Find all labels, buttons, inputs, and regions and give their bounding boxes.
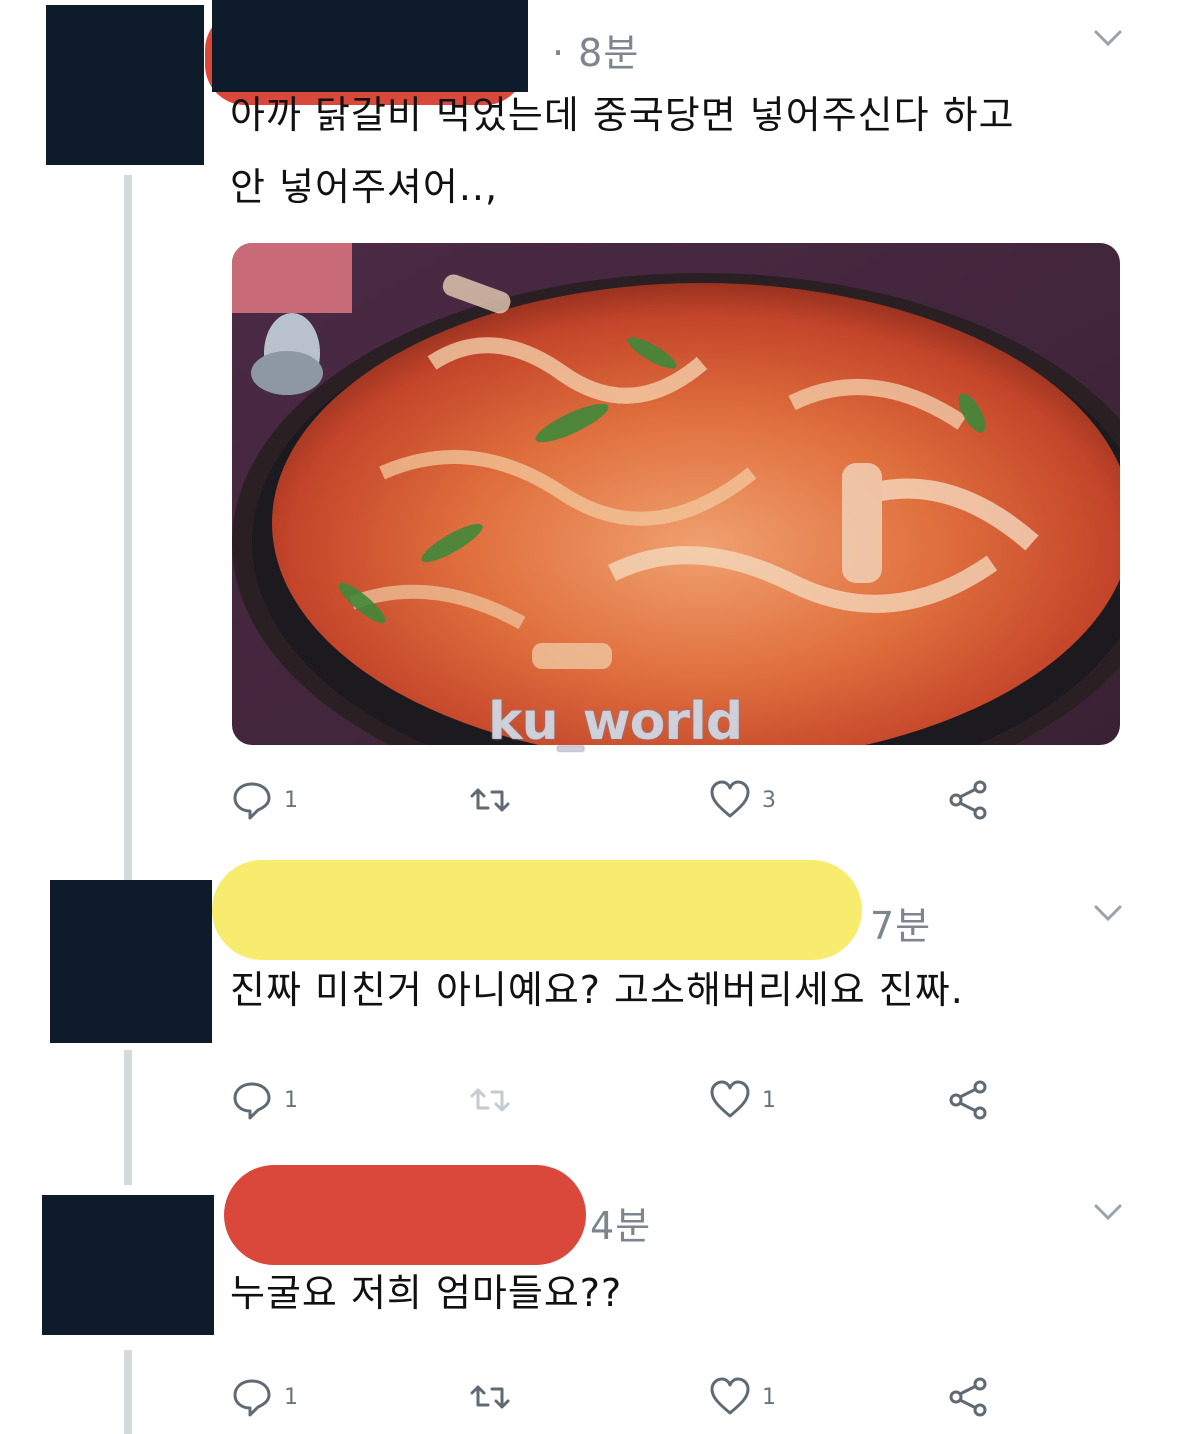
retweet-icon — [470, 1088, 510, 1112]
tweet-text-line: 진짜 미친거 아니예요? 고소해버리세요 진짜. — [230, 968, 964, 1012]
avatar[interactable] — [50, 880, 212, 1043]
reply-icon — [233, 1379, 271, 1417]
tweet-actions: 1 3 — [230, 775, 1030, 825]
reply-icon — [233, 1082, 271, 1120]
share-icon — [949, 780, 987, 820]
like-button[interactable]: 1 — [708, 1372, 776, 1422]
reply-button[interactable]: 1 — [230, 1075, 298, 1125]
tweet-time: 4분 — [590, 1204, 652, 1248]
retweet-button[interactable] — [468, 775, 512, 825]
tweet-text-line: 누굴요 저희 엄마들요?? — [230, 1271, 623, 1315]
share-button[interactable] — [946, 1372, 990, 1422]
reply-count: 1 — [284, 787, 298, 813]
tweet-text-line: 아까 닭갈비 먹었는데 중국당면 넣어주신다 하고 — [230, 93, 1015, 137]
reply-icon — [233, 782, 271, 820]
thread-line — [124, 175, 132, 880]
tweet-time: 7분 — [870, 904, 932, 948]
chevron-down-icon[interactable] — [1093, 1202, 1123, 1222]
photo-watermark: ku_world — [488, 692, 743, 752]
share-icon — [949, 1080, 987, 1120]
avatar[interactable] — [42, 1195, 214, 1335]
share-button[interactable] — [946, 1075, 990, 1125]
thread-line — [124, 1350, 132, 1434]
thread-line — [124, 1050, 132, 1185]
like-count: 3 — [762, 787, 776, 813]
like-count: 1 — [762, 1087, 776, 1113]
like-button[interactable]: 3 — [708, 775, 776, 825]
like-count: 1 — [762, 1384, 776, 1410]
share-icon — [949, 1377, 987, 1417]
retweet-icon — [470, 788, 510, 812]
retweet-button[interactable] — [468, 1372, 512, 1422]
avatar[interactable] — [46, 5, 204, 165]
like-icon — [710, 1377, 750, 1415]
retweet-button[interactable] — [468, 1075, 512, 1125]
chevron-down-icon[interactable] — [1093, 903, 1123, 923]
share-button[interactable] — [946, 775, 990, 825]
like-icon — [710, 1080, 750, 1118]
chevron-down-icon[interactable] — [1093, 28, 1123, 48]
reply-button[interactable]: 1 — [230, 1372, 298, 1422]
reply-count: 1 — [284, 1087, 298, 1113]
username-redaction — [212, 860, 862, 960]
reply-count: 1 — [284, 1384, 298, 1410]
retweet-icon — [470, 1385, 510, 1409]
tweet-actions: 1 1 — [230, 1372, 1030, 1422]
tweet-actions: 1 1 — [230, 1075, 1030, 1125]
like-icon — [710, 780, 750, 818]
tweet-time: · 8분 — [552, 31, 640, 75]
reply-button[interactable]: 1 — [230, 775, 298, 825]
like-button[interactable]: 1 — [708, 1075, 776, 1125]
tweet-text-line: 안 넣어주셔어.., — [230, 165, 499, 209]
username-redaction-block — [212, 0, 528, 92]
dakgalbi-photo — [232, 243, 1120, 745]
tweet-photo[interactable] — [232, 243, 1120, 745]
username-redaction — [224, 1165, 586, 1265]
